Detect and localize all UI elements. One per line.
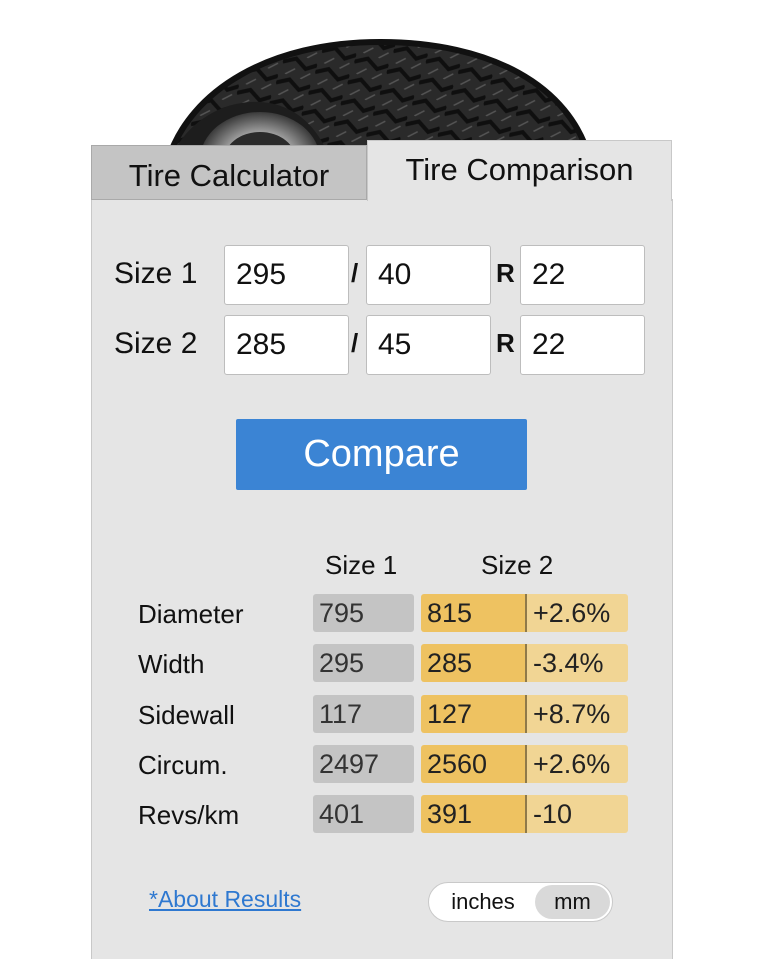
tab-tire-calculator[interactable]: Tire Calculator bbox=[91, 145, 367, 200]
result-size2-sidewall: 127 bbox=[421, 695, 525, 733]
unit-option-mm[interactable]: mm bbox=[535, 885, 610, 919]
size1-rim-input[interactable]: 22 bbox=[520, 245, 645, 305]
unit-option-inches[interactable]: inches bbox=[431, 885, 535, 919]
size2-ratio-input[interactable]: 45 bbox=[366, 315, 491, 375]
size1-label: Size 1 bbox=[114, 257, 198, 290]
size2-label: Size 2 bbox=[114, 327, 198, 360]
result-label-revs: Revs/km bbox=[138, 800, 240, 830]
size2-rim-input[interactable]: 22 bbox=[520, 315, 645, 375]
result-size1-sidewall: 117 bbox=[313, 695, 414, 733]
about-results-link[interactable]: *About Results bbox=[149, 886, 301, 913]
tire-comparison-widget: Tire Calculator Tire Comparison Size 1 2… bbox=[0, 0, 763, 959]
size1-rim-marker: R bbox=[496, 258, 515, 288]
result-size1-diameter: 795 bbox=[313, 594, 414, 632]
result-diff-revs: -10 bbox=[525, 795, 628, 833]
compare-button[interactable]: Compare bbox=[236, 419, 527, 490]
result-label-circumference: Circum. bbox=[138, 750, 228, 780]
result-size2-circumference: 2560 bbox=[421, 745, 525, 783]
results-header-size2: Size 2 bbox=[481, 550, 554, 580]
result-size2-diameter: 815 bbox=[421, 594, 525, 632]
result-diff-circumference: +2.6% bbox=[525, 745, 628, 783]
result-label-width: Width bbox=[138, 649, 205, 679]
result-size1-width: 295 bbox=[313, 644, 414, 682]
result-size2-width: 285 bbox=[421, 644, 525, 682]
result-diff-diameter: +2.6% bbox=[525, 594, 628, 632]
size1-ratio-input[interactable]: 40 bbox=[366, 245, 491, 305]
results-header-size1: Size 1 bbox=[325, 550, 398, 580]
result-size1-circumference: 2497 bbox=[313, 745, 414, 783]
result-diff-sidewall: +8.7% bbox=[525, 695, 628, 733]
unit-toggle[interactable]: inches mm bbox=[428, 882, 613, 922]
size2-rim-marker: R bbox=[496, 328, 515, 358]
result-size2-revs: 391 bbox=[421, 795, 525, 833]
size1-slash: / bbox=[351, 258, 359, 288]
result-diff-width: -3.4% bbox=[525, 644, 628, 682]
tab-tire-comparison[interactable]: Tire Comparison bbox=[367, 140, 672, 201]
size2-slash: / bbox=[351, 328, 359, 358]
size1-width-input[interactable]: 295 bbox=[224, 245, 349, 305]
result-size1-revs: 401 bbox=[313, 795, 414, 833]
result-label-sidewall: Sidewall bbox=[138, 700, 235, 730]
size2-width-input[interactable]: 285 bbox=[224, 315, 349, 375]
result-label-diameter: Diameter bbox=[138, 599, 244, 629]
